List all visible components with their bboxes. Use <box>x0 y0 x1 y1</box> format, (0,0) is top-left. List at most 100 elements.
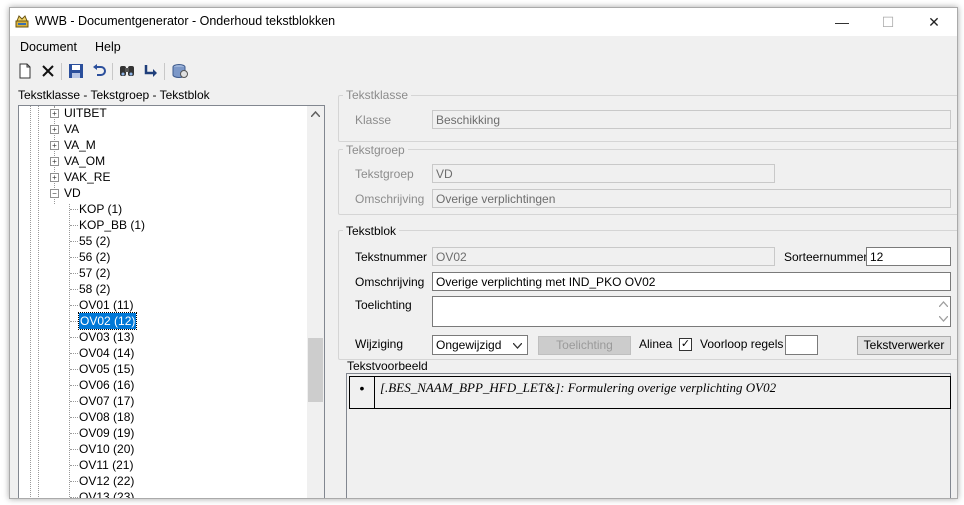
tree-connector <box>70 449 78 450</box>
tree-node-leaf[interactable]: OV12 (22) <box>79 473 134 489</box>
tree-node-leaf[interactable]: 58 (2) <box>79 281 110 297</box>
tekstgroep-omschrijving-field: Overige verplichtingen <box>432 189 951 208</box>
tree-node-leaf[interactable]: OV08 (18) <box>79 409 134 425</box>
omschrijving-input[interactable]: Overige verplichting met IND_PKO OV02 <box>432 272 951 291</box>
tree-connector <box>70 401 78 402</box>
tree-guide-line <box>69 204 70 498</box>
tree-expander-icon[interactable]: + <box>50 109 59 118</box>
tree-expander-icon[interactable]: + <box>50 125 59 134</box>
tree-expander-icon[interactable]: + <box>50 157 59 166</box>
tree-node-leaf[interactable]: OV01 (11) <box>79 297 133 313</box>
preview-row: • [.BES_NAAM_BPP_HFD_LET&]: Formulering … <box>349 376 951 409</box>
menu-document[interactable]: Document <box>20 40 77 54</box>
title-bar: WWB - Documentgenerator - Onderhoud teks… <box>10 8 957 36</box>
text-preview[interactable]: • [.BES_NAAM_BPP_HFD_LET&]: Formulering … <box>346 373 951 498</box>
tree-node-leaf[interactable]: KOP (1) <box>79 201 122 217</box>
tree-connector <box>70 289 78 290</box>
save-icon[interactable] <box>67 62 85 80</box>
tree-connector <box>70 385 78 386</box>
menu-help[interactable]: Help <box>95 40 121 54</box>
tree-connector <box>70 241 78 242</box>
app-icon <box>15 15 29 28</box>
tree-node-leaf[interactable]: OV07 (17) <box>79 393 134 409</box>
tekstgroep-omschrijving-label: Omschrijving <box>355 192 425 206</box>
tree-expander-icon[interactable]: + <box>50 173 59 182</box>
tree-expander-icon[interactable]: − <box>50 189 59 198</box>
tree-node-group[interactable]: VA_M <box>64 137 96 153</box>
toelichting-textarea[interactable] <box>432 296 951 327</box>
wijziging-select-value: Ongewijzigd <box>436 338 502 352</box>
toolbar-separator <box>112 63 113 80</box>
omschrijving-label: Omschrijving <box>355 275 425 289</box>
klasse-field: Beschikking <box>432 110 951 129</box>
tree-view[interactable]: + UITBET + VA + VA_M + VA_OM + VAK_RE − VD KOP (1) KO… <box>18 105 325 498</box>
tree-connector <box>70 481 78 482</box>
tree-connector <box>70 497 78 498</box>
tree-node-leaf[interactable]: OV11 (21) <box>79 457 133 473</box>
panel-splitter[interactable] <box>328 88 332 498</box>
tree-node-leaf[interactable]: OV09 (19) <box>79 425 134 441</box>
close-button[interactable]: ✕ <box>911 8 957 36</box>
tree-node-leaf[interactable]: OV04 (14) <box>79 345 134 361</box>
voorloop-input[interactable] <box>785 335 818 355</box>
preview-bullet: • <box>350 377 375 408</box>
tree-node-group[interactable]: VAK_RE <box>64 169 110 185</box>
tekstnummer-label: Tekstnummer <box>355 250 428 264</box>
toelichting-label: Toelichting <box>355 298 412 312</box>
sorteernummer-label: Sorteernummer <box>784 250 868 264</box>
toelichting-button[interactable]: Toelichting <box>538 336 631 355</box>
tekstgroep-title: Tekstgroep <box>343 143 408 157</box>
tree-node-leaf[interactable]: 55 (2) <box>79 233 110 249</box>
new-icon[interactable] <box>16 62 34 80</box>
tree-connector <box>70 273 78 274</box>
tree-guide-line <box>30 106 31 498</box>
minimize-button[interactable]: — <box>819 8 865 36</box>
tree-expander-icon[interactable]: + <box>50 141 59 150</box>
tekstgroep-label: Tekstgroep <box>355 167 414 181</box>
alinea-checkbox[interactable]: ✓ <box>679 338 692 351</box>
tree-node-leaf[interactable]: OV06 (16) <box>79 377 134 393</box>
tree-label: Tekstklasse - Tekstgroep - Tekstblok <box>18 88 210 102</box>
tree-guide-line <box>38 106 39 498</box>
database-icon[interactable] <box>171 62 189 80</box>
menu-bar: Document Help <box>10 36 957 58</box>
tree-node-leaf[interactable]: 57 (2) <box>79 265 110 281</box>
maximize-button[interactable]: ☐ <box>865 8 911 36</box>
tree-node-leaf[interactable]: KOP_BB (1) <box>79 217 145 233</box>
chevron-down-icon <box>513 343 522 349</box>
tree-node-leaf[interactable]: OV02 (12) <box>77 312 138 330</box>
tree-connector <box>70 225 78 226</box>
toolbar-separator <box>164 63 165 80</box>
voorloop-label: Voorloop regels <box>700 337 784 351</box>
tree-connector <box>70 337 78 338</box>
tree-node-group[interactable]: VA <box>64 121 79 137</box>
find-icon[interactable] <box>118 62 136 80</box>
tree-connector <box>70 433 78 434</box>
wijziging-select[interactable]: Ongewijzigd <box>432 335 528 355</box>
tree-node-leaf[interactable]: OV05 (15) <box>79 361 134 377</box>
sorteernummer-input[interactable]: 12 <box>866 247 951 266</box>
tree-scroll-thumb[interactable] <box>308 338 323 402</box>
goto-icon[interactable] <box>142 62 160 80</box>
tekstverwerker-button[interactable]: Tekstverwerker <box>857 336 951 355</box>
tree-node-leaf[interactable]: OV03 (13) <box>79 329 134 345</box>
wijziging-label: Wijziging <box>355 337 404 351</box>
tree-node-leaf[interactable]: OV13 (23) <box>79 489 134 498</box>
tree-connector <box>70 209 78 210</box>
undo-icon[interactable] <box>90 62 108 80</box>
scroll-up-icon[interactable] <box>311 111 320 117</box>
tree-connector <box>70 369 78 370</box>
preview-text: [.BES_NAAM_BPP_HFD_LET&]: Formulering ov… <box>380 380 777 395</box>
tree-node-group[interactable]: VA_OM <box>64 153 105 169</box>
tekstklasse-title: Tekstklasse <box>343 88 412 102</box>
delete-icon[interactable] <box>39 62 57 80</box>
textarea-scroll-up-icon[interactable] <box>939 301 948 307</box>
tree-scrollbar[interactable] <box>307 106 324 498</box>
tree-node-leaf[interactable]: 56 (2) <box>79 249 110 265</box>
textarea-scroll-down-icon[interactable] <box>939 316 948 322</box>
alinea-label: Alinea <box>639 337 673 351</box>
tree-node-group[interactable]: VD <box>64 185 81 201</box>
tree-node-leaf[interactable]: OV10 (20) <box>79 441 134 457</box>
tekstgroep-field: VD <box>432 164 775 183</box>
tree-node-group[interactable]: UITBET <box>64 106 107 121</box>
